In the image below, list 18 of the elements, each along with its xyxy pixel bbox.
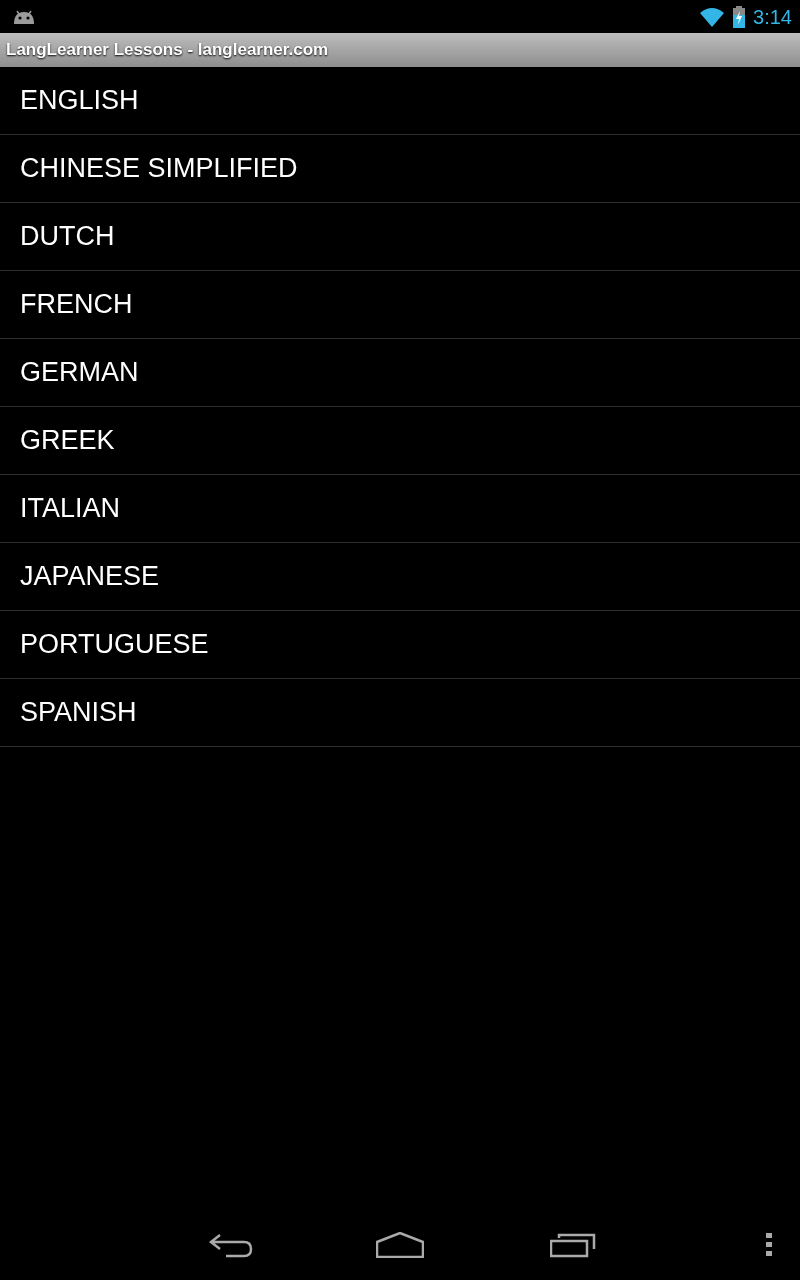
- language-item[interactable]: JAPANESE: [0, 543, 800, 611]
- language-item[interactable]: PORTUGUESE: [0, 611, 800, 679]
- wifi-icon: [699, 6, 726, 27]
- language-item[interactable]: GREEK: [0, 407, 800, 475]
- language-item[interactable]: ENGLISH: [0, 67, 800, 135]
- language-item[interactable]: FRENCH: [0, 271, 800, 339]
- recent-apps-icon[interactable]: [550, 1232, 596, 1258]
- app-title: LangLearner Lessons - langlearner.com: [6, 39, 329, 62]
- battery-icon: [733, 5, 746, 28]
- back-icon[interactable]: [208, 1232, 254, 1258]
- home-icon[interactable]: [376, 1232, 424, 1258]
- language-item[interactable]: DUTCH: [0, 203, 800, 271]
- language-item[interactable]: ITALIAN: [0, 475, 800, 543]
- language-item[interactable]: CHINESE SIMPLIFIED: [0, 135, 800, 203]
- language-item[interactable]: SPANISH: [0, 679, 800, 747]
- overflow-menu-icon[interactable]: [766, 1233, 772, 1257]
- clock: 3:14: [753, 4, 792, 30]
- language-item[interactable]: GERMAN: [0, 339, 800, 407]
